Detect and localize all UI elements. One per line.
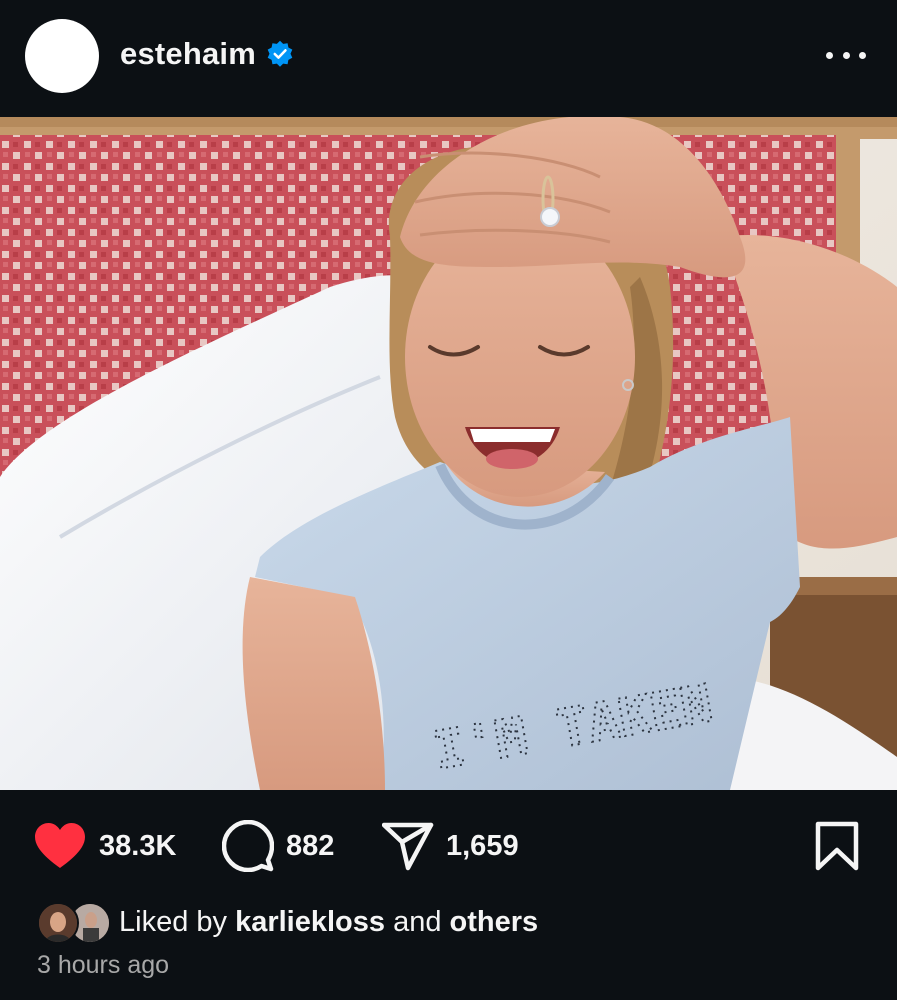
liked-by-text: Liked by karliekloss and others: [119, 906, 538, 939]
like-button[interactable]: 38.3K: [33, 818, 176, 874]
username[interactable]: estehaim: [120, 36, 256, 72]
liker-avatar: [37, 902, 79, 944]
post-header: estehaim: [0, 0, 897, 117]
post-photo[interactable]: I'M TAKEN: [0, 117, 897, 790]
liked-by-user-link[interactable]: karliekloss: [235, 906, 385, 938]
avatar[interactable]: [25, 19, 99, 93]
verified-badge-icon: [267, 40, 293, 67]
liked-by-row: Liked by karliekloss and others: [37, 900, 538, 944]
photo-illustration: I'M TAKEN: [0, 117, 897, 790]
share-icon: [382, 822, 434, 871]
heart-icon: [35, 823, 85, 868]
comments-count: 882: [286, 829, 335, 862]
share-button[interactable]: 1,659: [382, 818, 519, 874]
comment-icon: [222, 820, 274, 872]
post-timestamp: 3 hours ago: [37, 951, 170, 979]
comment-button[interactable]: 882: [222, 818, 334, 874]
liked-by-avatars[interactable]: [37, 900, 113, 944]
bookmark-icon: [815, 821, 859, 871]
liked-by-prefix: Liked by: [119, 905, 228, 938]
save-button[interactable]: [814, 818, 860, 874]
liked-by-and: and: [393, 905, 442, 938]
more-options-icon[interactable]: [826, 40, 866, 70]
likes-count[interactable]: 38.3K: [99, 830, 176, 863]
liked-by-others-link[interactable]: others: [450, 906, 539, 938]
action-bar: 38.3K 882 1,659: [0, 818, 897, 874]
username-row: estehaim: [120, 36, 294, 72]
shares-count: 1,659: [446, 829, 519, 862]
